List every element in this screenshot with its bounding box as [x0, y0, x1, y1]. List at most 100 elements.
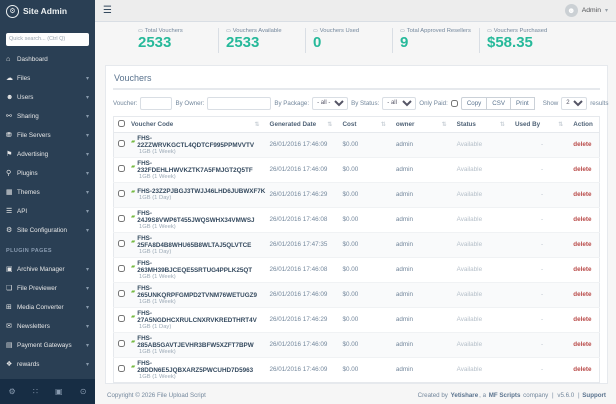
users-icon: ☻ [6, 94, 17, 101]
voucher-filter-input[interactable] [140, 97, 172, 110]
only-paid-checkbox[interactable] [451, 100, 458, 107]
export-button[interactable]: Print [511, 97, 535, 110]
voucher-code-link[interactable]: FHS-24J9S8VWP6T455JWQSWHX34VMWSJ [137, 210, 265, 224]
owner: admin [394, 157, 455, 182]
sidebar-item[interactable]: ⌂ Dashboard ▾ [0, 50, 95, 69]
panel-title: Vouchers [113, 71, 600, 90]
owner: admin [394, 132, 455, 157]
sort-icon[interactable]: ⇅ [255, 121, 260, 128]
sidebar-item-label: API [17, 208, 86, 215]
row-checkbox[interactable] [118, 240, 125, 247]
delete-link[interactable]: delete [573, 166, 591, 173]
export-button[interactable]: Copy [461, 97, 487, 110]
tag-icon: ▰ [131, 364, 135, 370]
voucher-row: ▰ FHS-27A5NGDHCXRULCNXRVKREDTHRT4V 1GB (… [114, 307, 600, 332]
voucher-code-link[interactable]: FHS-232FDEHLHWVKZTK7A5FMJGT2Q5TF [137, 160, 265, 174]
support-link[interactable]: Support [582, 392, 606, 399]
delete-link[interactable]: delete [573, 316, 591, 323]
sidebar-item[interactable]: ▦ Themes ▾ [0, 183, 95, 202]
sort-icon[interactable]: ⇅ [558, 121, 563, 128]
row-checkbox[interactable] [118, 340, 125, 347]
user-menu[interactable]: ☻ Admin ▾ [565, 4, 608, 17]
delete-link[interactable]: delete [573, 141, 591, 148]
owner-filter-input[interactable] [207, 97, 271, 110]
row-checkbox[interactable] [118, 290, 125, 297]
sidebar-item[interactable]: ⚲ Plugins ▾ [0, 164, 95, 183]
sidebar-item[interactable]: ❖ rewards ▾ [0, 355, 95, 374]
fullscreen-icon: ∷ [33, 387, 38, 396]
sidebar-item[interactable]: ⛃ File Servers ▾ [0, 126, 95, 145]
voucher-code-link[interactable]: FHS-23Z2PJBGJ3TWJJ46LHD6JUBWXF7K [137, 188, 265, 195]
row-checkbox[interactable] [118, 190, 125, 197]
row-checkbox[interactable] [118, 215, 125, 222]
status-filter-select[interactable]: - all - [382, 97, 416, 110]
voucher-size: 1GB (1 Week) [139, 349, 266, 355]
voucher-row: ▰ FHS-232FDEHLHWVKZTK7A5FMJGT2Q5TF 1GB (… [114, 157, 600, 182]
voucher-code-link[interactable]: FHS-25FA8D4B8WHU65B8WLTAJ5QLVTCE [137, 235, 265, 249]
yetishare-link[interactable]: Yetishare [451, 392, 479, 399]
voucher-code-link[interactable]: FHS-265UNKQRPFGMPD2TVNM76WETUGZ9 [137, 285, 265, 299]
sidebar-item[interactable]: ☰ API ▾ [0, 202, 95, 221]
vouchers-table: Voucher Code⇅ Generated Date⇅ Cost⇅ owne… [113, 116, 600, 383]
sidebar-item[interactable]: ⚙ Site Configuration ▾ [0, 221, 95, 240]
sidebar: ⚙ Site Admin ⌂ Dashboard ▾ ☁ Files ▾ [0, 0, 95, 404]
row-checkbox[interactable] [118, 315, 125, 322]
sidebar-item[interactable]: ❏ File Previewer ▾ [0, 279, 95, 298]
select-all-checkbox[interactable] [118, 120, 125, 127]
row-checkbox[interactable] [118, 140, 125, 147]
voucher-code-link[interactable]: FHS-285AB5GAVTJEVHR3BFW5XZFT7BPW [137, 335, 265, 349]
image-icon: ▦ [6, 188, 17, 196]
sort-icon[interactable]: ⇅ [327, 121, 332, 128]
status: Available [455, 282, 513, 307]
credits: Created by Yetishare, a MF Scripts compa… [417, 392, 606, 399]
status: Available [455, 307, 513, 332]
sidebar-item-label: File Servers [17, 132, 86, 139]
sidebar-item[interactable]: ⚑ Advertising ▾ [0, 145, 95, 164]
delete-link[interactable]: delete [573, 216, 591, 223]
content: Vouchers Voucher: By Owner: By Package: … [95, 57, 616, 387]
server-icon: ⛃ [6, 131, 17, 139]
gears-logo-icon: ⚙ [6, 5, 19, 18]
delete-link[interactable]: delete [573, 191, 591, 198]
show-entries-select[interactable]: 25 [561, 97, 587, 110]
cloud-icon: ☁ [6, 74, 17, 82]
sidebar-item-label: Dashboard [17, 56, 86, 63]
chevron-down-icon: ▾ [86, 151, 89, 158]
row-checkbox[interactable] [118, 165, 125, 172]
sort-icon[interactable]: ⇅ [442, 121, 447, 128]
delete-link[interactable]: delete [573, 366, 591, 373]
sidebar-item[interactable]: ✉ Newsletters ▾ [0, 317, 95, 336]
sidebar-item[interactable]: ⊞ Media Converter ▾ [0, 298, 95, 317]
sidebar-item[interactable]: ▣ Archive Manager ▾ [0, 260, 95, 279]
sidebar-item[interactable]: ⚯ Sharing ▾ [0, 107, 95, 126]
hamburger-icon[interactable]: ☰ [103, 6, 112, 16]
mfscripts-link[interactable]: MF Scripts [489, 392, 521, 399]
sidebar-item[interactable]: ☻ Users ▾ [0, 88, 95, 107]
voucher-size: 1GB (1 Week) [139, 174, 266, 180]
stat-value: 2533 [138, 34, 218, 53]
voucher-code-link[interactable]: FHS-263MH39BJCEQE5SRTUG4PPLK25QT [137, 260, 265, 274]
delete-link[interactable]: delete [573, 266, 591, 273]
delete-link[interactable]: delete [573, 341, 591, 348]
voucher-code-link[interactable]: FHS-28DDN6E5JQBXARZ5PWCUHD7D5963 [137, 360, 265, 374]
voucher-code-link[interactable]: FHS-22ZZWRVKGCTL4QDTCF995PPMVVTV [137, 135, 265, 149]
sidebar-item-label: File Previewer [17, 285, 86, 292]
sidebar-item[interactable]: ▤ Payment Gateways ▾ [0, 336, 95, 355]
row-checkbox[interactable] [118, 365, 125, 372]
voucher-size: 1GB (1 Day) [139, 195, 266, 201]
delete-link[interactable]: delete [573, 241, 591, 248]
stat-value: $58.35 [487, 34, 566, 53]
sidebar-item[interactable]: ☁ Files ▾ [0, 69, 95, 88]
status: Available [455, 332, 513, 357]
app-logo[interactable]: ⚙ Site Admin [0, 0, 95, 22]
stat-value: 9 [400, 34, 479, 53]
quick-search-input[interactable] [6, 33, 89, 46]
export-button[interactable]: CSV [487, 97, 511, 110]
row-checkbox[interactable] [118, 265, 125, 272]
voucher-code-link[interactable]: FHS-27A5NGDHCXRULCNXRVKREDTHRT4V [137, 310, 265, 324]
sort-icon[interactable]: ⇅ [381, 121, 386, 128]
sort-icon[interactable]: ⇅ [500, 121, 505, 128]
generated-date: 26/01/2016 17:46:09 [268, 282, 341, 307]
delete-link[interactable]: delete [573, 291, 591, 298]
package-filter-select[interactable]: - all - [312, 97, 348, 110]
